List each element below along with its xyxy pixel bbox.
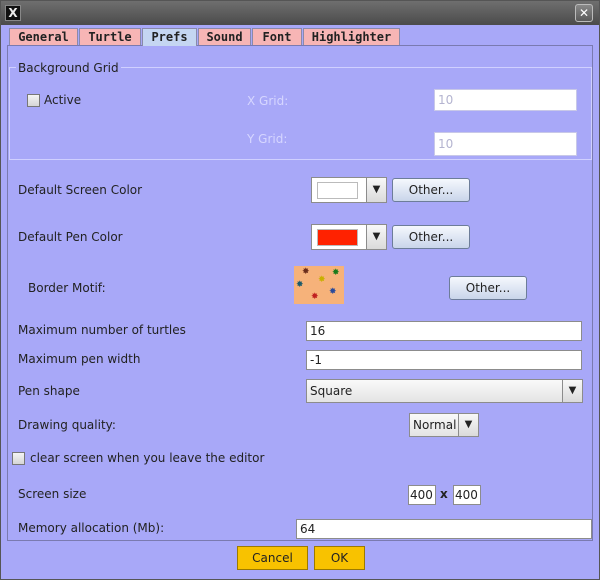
pen-color-other-button[interactable]: Other... xyxy=(392,225,470,249)
screen-size-separator: x xyxy=(440,487,448,501)
clear-screen-checkbox[interactable] xyxy=(12,452,25,465)
tab-general[interactable]: General xyxy=(9,28,78,45)
max-pen-width-field[interactable]: -1 xyxy=(306,350,582,370)
y-grid-field[interactable]: 10 xyxy=(434,132,577,156)
title-bar: X ✕ xyxy=(1,1,599,25)
pen-shape-value: Square xyxy=(310,384,353,398)
pen-color-swatch xyxy=(317,229,358,246)
screen-size-label: Screen size xyxy=(18,487,87,501)
app-icon: X xyxy=(5,5,21,21)
x-grid-field[interactable]: 10 xyxy=(434,89,577,111)
border-motif-label: Border Motif: xyxy=(28,281,106,295)
clear-screen-label: clear screen when you leave the editor xyxy=(30,451,265,465)
max-pen-width-label: Maximum pen width xyxy=(18,352,141,366)
memory-field[interactable]: 64 xyxy=(296,519,592,539)
chevron-down-icon[interactable]: ▼ xyxy=(366,225,386,249)
screen-color-other-button[interactable]: Other... xyxy=(392,178,470,202)
tab-turtle[interactable]: Turtle xyxy=(79,28,141,45)
screen-color-label: Default Screen Color xyxy=(18,183,143,197)
screen-color-swatch xyxy=(317,182,358,199)
drawing-quality-label: Drawing quality: xyxy=(18,418,116,432)
screen-width-field[interactable]: 400 xyxy=(408,485,436,505)
tab-highlighter[interactable]: Highlighter xyxy=(303,28,400,45)
tab-prefs[interactable]: Prefs xyxy=(142,28,197,46)
background-grid-title: Background Grid xyxy=(16,61,121,75)
drawing-quality-select[interactable]: Normal ▼ xyxy=(409,413,479,437)
pen-color-label: Default Pen Color xyxy=(18,230,123,244)
pen-color-combo[interactable]: ▼ xyxy=(311,224,387,250)
memory-label: Memory allocation (Mb): xyxy=(18,521,165,535)
grid-active-checkbox[interactable] xyxy=(27,94,40,107)
tab-sound[interactable]: Sound xyxy=(198,28,251,45)
max-turtles-label: Maximum number of turtles xyxy=(18,323,186,337)
border-motif-other-button[interactable]: Other... xyxy=(449,276,527,300)
drawing-quality-value: Normal xyxy=(413,418,457,432)
chevron-down-icon[interactable]: ▼ xyxy=(562,380,582,402)
cancel-button[interactable]: Cancel xyxy=(237,546,308,570)
ok-button[interactable]: OK xyxy=(314,546,365,570)
screen-height-field[interactable]: 400 xyxy=(453,485,481,505)
close-icon[interactable]: ✕ xyxy=(575,4,593,22)
chevron-down-icon[interactable]: ▼ xyxy=(366,178,386,202)
pen-shape-select[interactable]: Square ▼ xyxy=(306,379,583,403)
tab-font[interactable]: Font xyxy=(252,28,302,45)
screen-color-combo[interactable]: ▼ xyxy=(311,177,387,203)
max-turtles-field[interactable]: 16 xyxy=(306,321,582,341)
x-grid-label: X Grid: xyxy=(247,94,289,108)
y-grid-label: Y Grid: xyxy=(247,132,288,146)
chevron-down-icon[interactable]: ▼ xyxy=(458,414,478,436)
pen-shape-label: Pen shape xyxy=(18,384,80,398)
preferences-window: X ✕ General Turtle Prefs Sound Font High… xyxy=(0,0,600,580)
border-motif-image: ✸ ✸ ✸ ✸ ✸ ✸ xyxy=(294,266,344,304)
grid-active-label: Active xyxy=(44,93,82,107)
